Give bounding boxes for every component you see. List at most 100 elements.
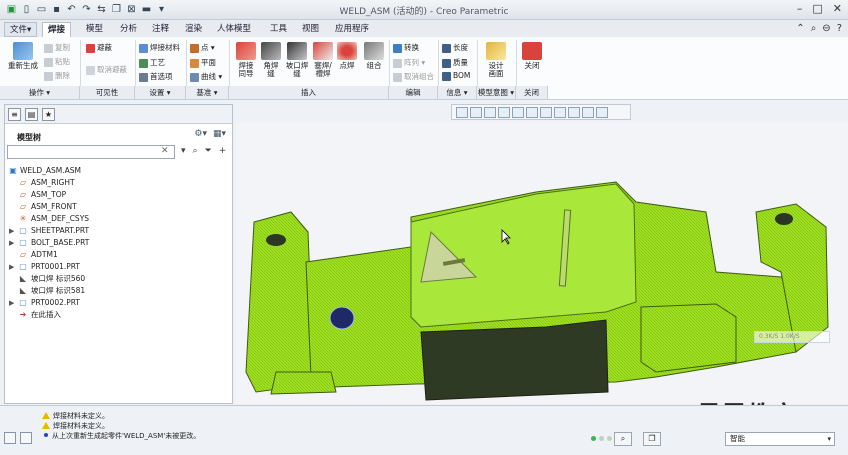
datum-plane-button[interactable]: 平面 <box>190 57 216 68</box>
copy-button[interactable]: 复制 <box>44 42 70 53</box>
group-info[interactable]: 信息 ▾ <box>438 86 477 99</box>
collapse-ribbon-icon[interactable]: ⌃ <box>796 23 804 34</box>
annotation-display-icon[interactable] <box>582 107 594 118</box>
delete-button[interactable]: 删除 <box>44 70 70 81</box>
tab-annotate[interactable]: 注释 <box>147 22 174 37</box>
fillet-weld-button[interactable]: 角焊 缝 <box>260 42 282 78</box>
selection-filter-select[interactable]: 智能 ▾ <box>725 432 835 446</box>
tab-tools[interactable]: 工具 <box>265 22 292 37</box>
bom-button[interactable]: BOM <box>442 71 470 81</box>
preferences-button[interactable]: 首选项 <box>139 71 173 82</box>
convert-button[interactable]: 转换 <box>393 42 419 53</box>
tab-analysis[interactable]: 分析 <box>115 22 142 37</box>
combine-weld-button[interactable]: 组合 <box>362 42 386 70</box>
display-style-icon[interactable] <box>512 107 524 118</box>
tree-item[interactable]: ✳ ASM_DEF_CSYS <box>5 213 232 225</box>
help-icon[interactable]: ? <box>837 23 842 34</box>
show-icon[interactable]: ▦▾ <box>213 129 226 139</box>
status-message: 焊接材料未定义。 <box>42 422 109 431</box>
cancel-avoid-button[interactable]: 取消避蔽 <box>86 64 127 75</box>
find-icon[interactable]: ⌕ <box>193 146 198 156</box>
mass-button[interactable]: 质量 <box>442 57 468 68</box>
datum-plane-icon: ▱ <box>19 250 27 259</box>
group-model-intent[interactable]: 模型意图 ▾ <box>477 86 516 99</box>
length-button[interactable]: 长度 <box>442 42 468 53</box>
tree-settings-icon[interactable]: ⚙▾ <box>194 129 207 139</box>
tab-weld[interactable]: 焊接 <box>42 22 72 37</box>
group-settings[interactable]: 设置 ▾ <box>135 86 186 99</box>
tab-manikin[interactable]: 人体模型 <box>212 22 256 37</box>
tree-item[interactable]: ▶ ▢ PRT0002.PRT <box>5 297 232 309</box>
tree-item[interactable]: ▶ ▢ BOLT_BASE.PRT <box>5 237 232 249</box>
saved-views-icon[interactable] <box>526 107 538 118</box>
tab-file[interactable]: 文件▾ <box>4 22 38 37</box>
convert-icon <box>393 43 402 53</box>
filter-icon[interactable]: ⏷ <box>205 146 212 156</box>
datum-curve-button[interactable]: 曲线 ▾ <box>190 71 222 82</box>
expand-arrow-icon[interactable]: ▶ <box>9 297 14 309</box>
favorites-tab-icon[interactable]: ★ <box>42 108 55 121</box>
tree-item[interactable]: ▱ ADTM1 <box>5 249 232 261</box>
tree-item[interactable]: ▱ ASM_TOP <box>5 189 232 201</box>
tab-applications[interactable]: 应用程序 <box>330 22 374 37</box>
tree-item[interactable]: ▱ ASM_RIGHT <box>5 177 232 189</box>
zoom-out-icon[interactable] <box>484 107 496 118</box>
show-navigator-icon[interactable] <box>4 432 16 444</box>
weld-to-button[interactable]: 焊接 同导 <box>233 42 259 78</box>
dropdown-icon[interactable]: ▾ <box>181 146 186 156</box>
expand-arrow-icon[interactable]: ▶ <box>9 225 14 237</box>
expand-arrow-icon[interactable]: ▶ <box>9 261 14 273</box>
tab-view[interactable]: 视图 <box>297 22 324 37</box>
spin-center-icon[interactable] <box>596 107 608 118</box>
tree-item[interactable]: ▶ ▢ SHEETPART.PRT <box>5 225 232 237</box>
maximize-icon[interactable]: □ <box>812 2 822 15</box>
weld-material-button[interactable]: 焊接材料 <box>139 42 180 53</box>
model-tree-search-input[interactable] <box>7 145 175 159</box>
folder-browser-tab-icon[interactable]: ▤ <box>25 108 38 121</box>
datum-point-button[interactable]: 点 ▾ <box>190 42 215 53</box>
refit-icon[interactable] <box>456 107 468 118</box>
perspective-icon[interactable] <box>554 107 566 118</box>
plug-slot-weld-button[interactable]: 塞焊/ 槽焊 <box>311 42 335 78</box>
selection-box-button[interactable]: ❐ <box>643 432 661 446</box>
clear-search-icon[interactable]: ✕ <box>161 146 169 156</box>
tree-item[interactable]: ▱ ASM_FRONT <box>5 201 232 213</box>
weld-assembly-model[interactable] <box>236 122 848 404</box>
avoid-button[interactable]: 避蔽 <box>86 42 112 53</box>
search-icon[interactable]: ⌕ <box>811 23 817 34</box>
view-manager-icon[interactable] <box>540 107 552 118</box>
status-message: 从上次重新生成起零件'WELD_ASM'未被更改。 <box>42 432 200 441</box>
tree-item[interactable]: ➔ 在此插入 <box>5 309 232 321</box>
zoom-in-icon[interactable] <box>470 107 482 118</box>
pattern-button[interactable]: 阵列 ▾ <box>393 57 425 68</box>
show-browser-icon[interactable] <box>20 432 32 444</box>
add-icon[interactable]: + <box>219 146 227 156</box>
graphics-viewport[interactable]: 0.3K/S 1.0K/S <box>236 122 848 404</box>
status-light-icon <box>599 436 604 441</box>
paste-button[interactable]: 粘贴 <box>44 56 70 67</box>
minimize-icon[interactable]: – <box>797 2 803 15</box>
tab-model[interactable]: 模型 <box>81 22 108 37</box>
process-button[interactable]: 工艺 <box>139 57 165 68</box>
repaint-icon[interactable] <box>498 107 510 118</box>
tree-item[interactable]: ▶ ▢ PRT0001.PRT <box>5 261 232 273</box>
groove-weld-button[interactable]: 坡口焊 缝 <box>284 42 310 78</box>
tree-item[interactable]: ◣ 坡口焊 标识581 <box>5 285 232 297</box>
tree-item[interactable]: ◣ 坡口焊 标识560 <box>5 273 232 285</box>
tree-item[interactable]: ▣ WELD_ASM.ASM <box>5 165 232 177</box>
datum-display-icon[interactable] <box>568 107 580 118</box>
ungroup-button[interactable]: 取消组合 <box>393 71 434 82</box>
design-notebook-button[interactable]: 设计 画面 <box>483 42 509 78</box>
close-weld-button[interactable]: 关闭 <box>521 42 543 70</box>
spot-weld-button[interactable]: 点焊 <box>336 42 358 70</box>
tab-render[interactable]: 渲染 <box>180 22 207 37</box>
command-search-icon[interactable]: ⊖ <box>822 23 830 34</box>
find-button[interactable]: ⌕ <box>614 432 632 446</box>
model-tree-tab-icon[interactable]: ≡ <box>8 108 21 121</box>
close-icon[interactable]: ✕ <box>833 2 842 15</box>
expand-arrow-icon[interactable]: ▶ <box>9 237 14 249</box>
group-datum[interactable]: 基准 ▾ <box>186 86 229 99</box>
regenerate-button[interactable]: 重新生成 <box>6 42 40 70</box>
title-bar: ▣ ▯ ▭ ▪ ↶ ↷ ⇆ ❐ ⊠ ▬ ▾ WELD_ASM (活动的) - C… <box>0 0 848 20</box>
group-operations[interactable]: 操作 ▾ <box>0 86 80 99</box>
